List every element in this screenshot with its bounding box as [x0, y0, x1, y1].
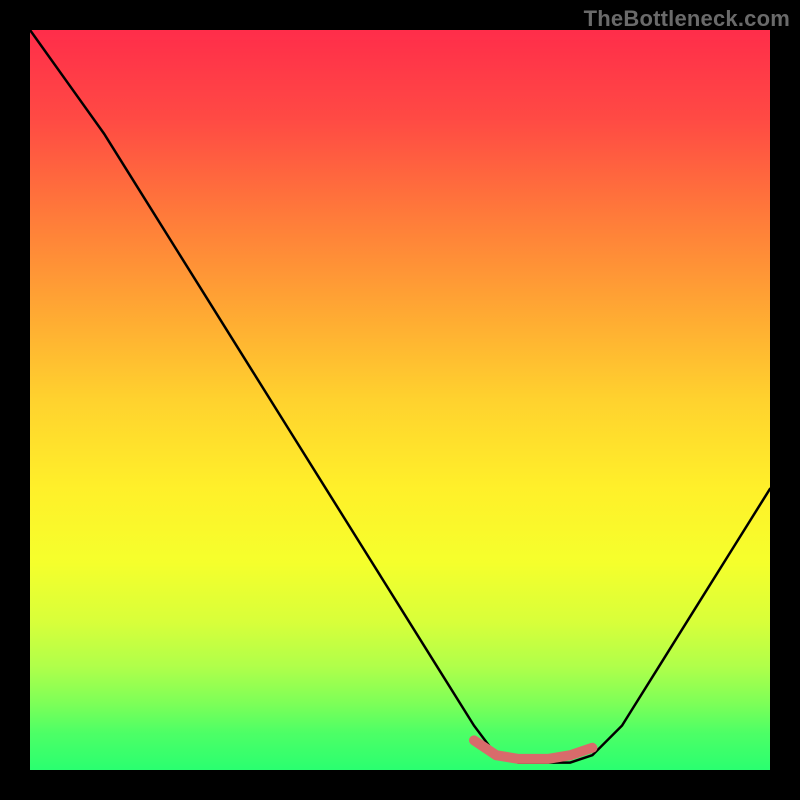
highlight-segment	[474, 740, 592, 759]
main-curve	[30, 30, 770, 763]
watermark-text: TheBottleneck.com	[584, 6, 790, 32]
chart-svg	[30, 30, 770, 770]
